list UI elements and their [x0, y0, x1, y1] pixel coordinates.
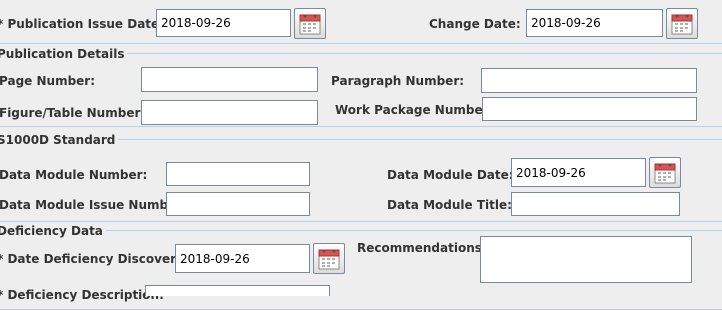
- calendar-icon: [654, 163, 676, 183]
- data-module-issue-number-label: Data Module Issue Number:: [0, 198, 187, 212]
- publication-details-title: Publication Details: [0, 47, 128, 61]
- data-module-date-calendar-button[interactable]: [649, 157, 681, 188]
- data-module-title-label: Data Module Title:: [387, 198, 512, 212]
- page-number-field[interactable]: [141, 67, 318, 92]
- date-deficiency-discovered-field[interactable]: [175, 244, 310, 273]
- publication-issue-date-label: * Publication Issue Date:: [0, 17, 164, 31]
- paragraph-number-field[interactable]: [481, 68, 697, 93]
- data-module-date-label: Data Module Date:: [387, 168, 514, 182]
- data-module-number-field[interactable]: [166, 162, 310, 186]
- change-date-label: Change Date:: [429, 17, 521, 31]
- paragraph-number-label: Paragraph Number:: [331, 74, 465, 88]
- figure-table-number-field[interactable]: [141, 100, 318, 125]
- publication-issue-date-calendar-button[interactable]: [294, 8, 326, 39]
- recommendations-field[interactable]: [480, 236, 692, 283]
- calendar-icon: [318, 249, 340, 269]
- calendar-icon: [671, 14, 693, 34]
- recommendations-label: Recommendations:: [357, 241, 487, 255]
- data-module-date-field[interactable]: [511, 158, 646, 187]
- change-date-field[interactable]: [526, 9, 663, 37]
- date-deficiency-discovered-calendar-button[interactable]: [313, 243, 345, 274]
- s1000d-title: S1000D Standard: [0, 133, 119, 147]
- data-module-title-field[interactable]: [511, 192, 680, 216]
- date-deficiency-discovered-label: * Date Deficiency Discovered:: [0, 252, 198, 266]
- calendar-icon: [299, 14, 321, 34]
- data-module-number-label: Data Module Number:: [0, 168, 148, 182]
- change-date-calendar-button[interactable]: [666, 8, 698, 39]
- work-package-number-label: Work Package Number:: [335, 103, 494, 117]
- deficiency-description-label: * Deficiency Description:: [0, 288, 164, 302]
- deficiency-data-title: Deficiency Data: [0, 224, 106, 238]
- work-package-number-field[interactable]: [482, 97, 697, 121]
- page-number-label: Page Number:: [0, 74, 96, 88]
- data-module-issue-number-field[interactable]: [166, 192, 310, 216]
- figure-table-number-label: Figure/Table Number:: [0, 106, 146, 120]
- publication-issue-date-field[interactable]: [156, 9, 291, 37]
- deficiency-description-field[interactable]: [145, 285, 330, 296]
